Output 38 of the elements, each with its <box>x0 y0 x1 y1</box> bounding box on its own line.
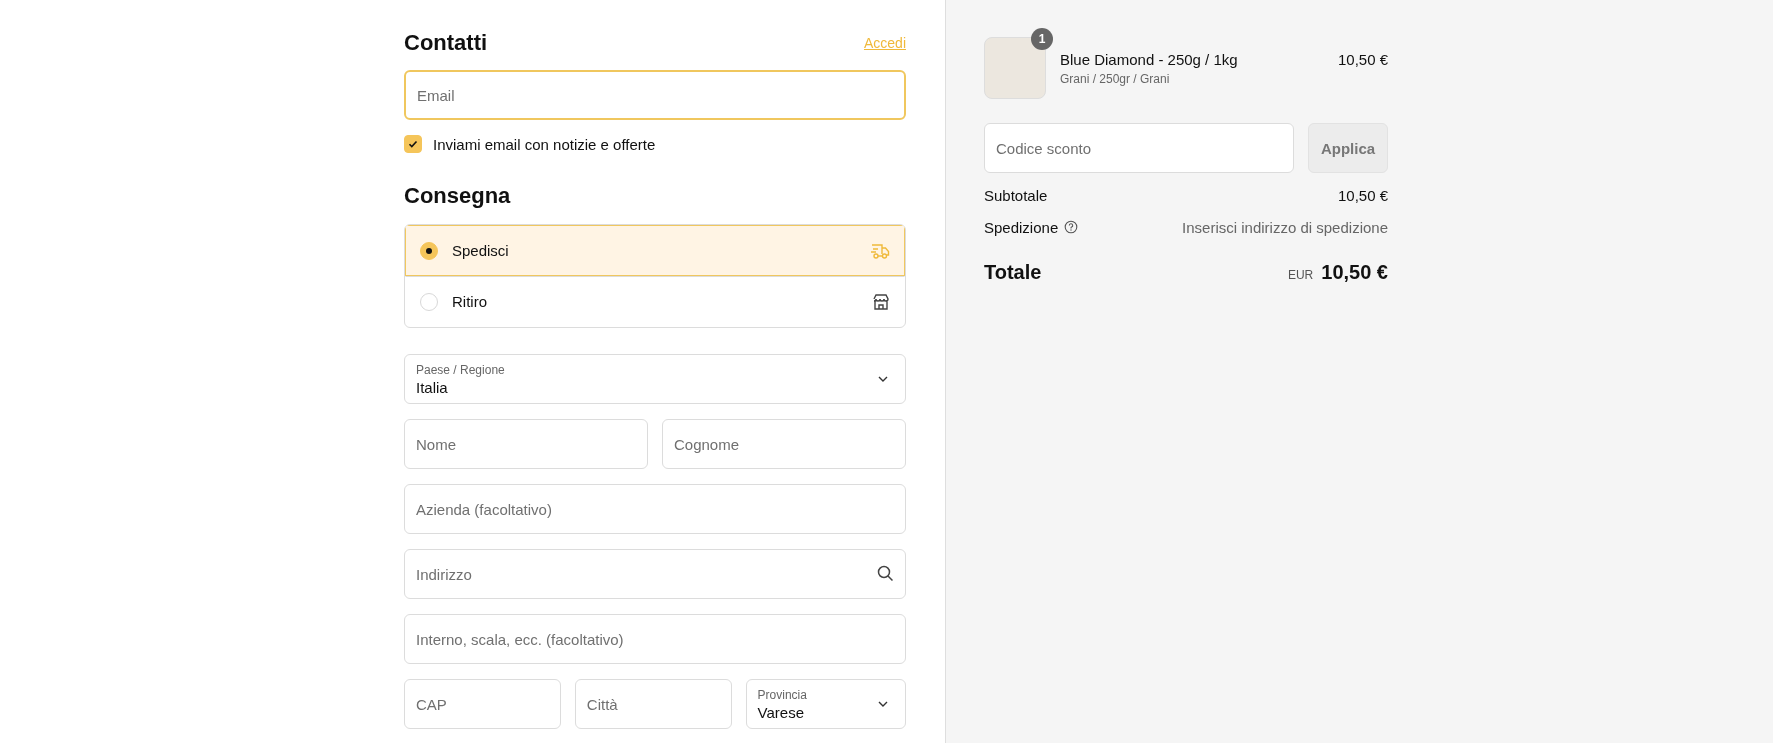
input-field[interactable]: Città <box>574 679 732 729</box>
help-icon[interactable] <box>1064 220 1079 234</box>
product-price: 10,50 € <box>1337 51 1388 68</box>
total-value: 10,50 € <box>1321 261 1388 284</box>
newsletter-label: Inviami email con notizie e offerte <box>433 135 656 153</box>
chevron-down-icon <box>877 375 889 383</box>
store-icon <box>872 292 890 311</box>
summary-label: Spedizione <box>984 218 1059 236</box>
section-title: Contatti <box>404 30 488 56</box>
currency-code: EUR <box>1287 268 1314 282</box>
input-field[interactable]: Interno, scala, ecc. (facoltativo) <box>404 614 906 664</box>
quantity-badge: 1 <box>1031 28 1053 50</box>
summary-value: Inserisci indirizzo di spedizione <box>1182 218 1388 236</box>
radio-button[interactable] <box>420 241 438 260</box>
apply-button[interactable]: Applica <box>1308 123 1388 173</box>
summary-value: 10,50 € <box>1337 186 1388 204</box>
product-variant: Grani / 250gr / Grani <box>1060 72 1171 86</box>
radio-button[interactable] <box>420 292 438 311</box>
delivery-option[interactable]: Ritiro <box>405 276 905 327</box>
checkmark-icon <box>407 138 419 150</box>
input-field[interactable]: Azienda (facoltativo) <box>404 484 906 534</box>
section-title: Consegna <box>404 183 512 209</box>
summary-label: Subtotale <box>984 186 1048 204</box>
product-name: Blue Diamond - 250g / 1kg <box>1060 51 1239 68</box>
truck-icon <box>870 241 890 260</box>
total-label: Totale <box>984 261 1042 284</box>
newsletter-checkbox[interactable] <box>404 135 422 153</box>
delivery-option[interactable]: Spedisci <box>405 225 905 276</box>
chevron-down-icon <box>877 700 889 708</box>
discount-code-field[interactable]: Codice sconto <box>984 123 1294 173</box>
address-field[interactable]: Indirizzo <box>404 549 906 599</box>
select-field[interactable]: Provincia Varese <box>745 679 906 729</box>
select-field[interactable]: Paese / Regione Italia <box>404 354 906 404</box>
input-field[interactable]: CAP <box>404 679 561 729</box>
input-field[interactable]: Cognome <box>662 419 906 469</box>
input-field[interactable]: Nome <box>404 419 648 469</box>
search-icon <box>877 565 894 582</box>
email-field[interactable]: Email <box>404 70 906 120</box>
